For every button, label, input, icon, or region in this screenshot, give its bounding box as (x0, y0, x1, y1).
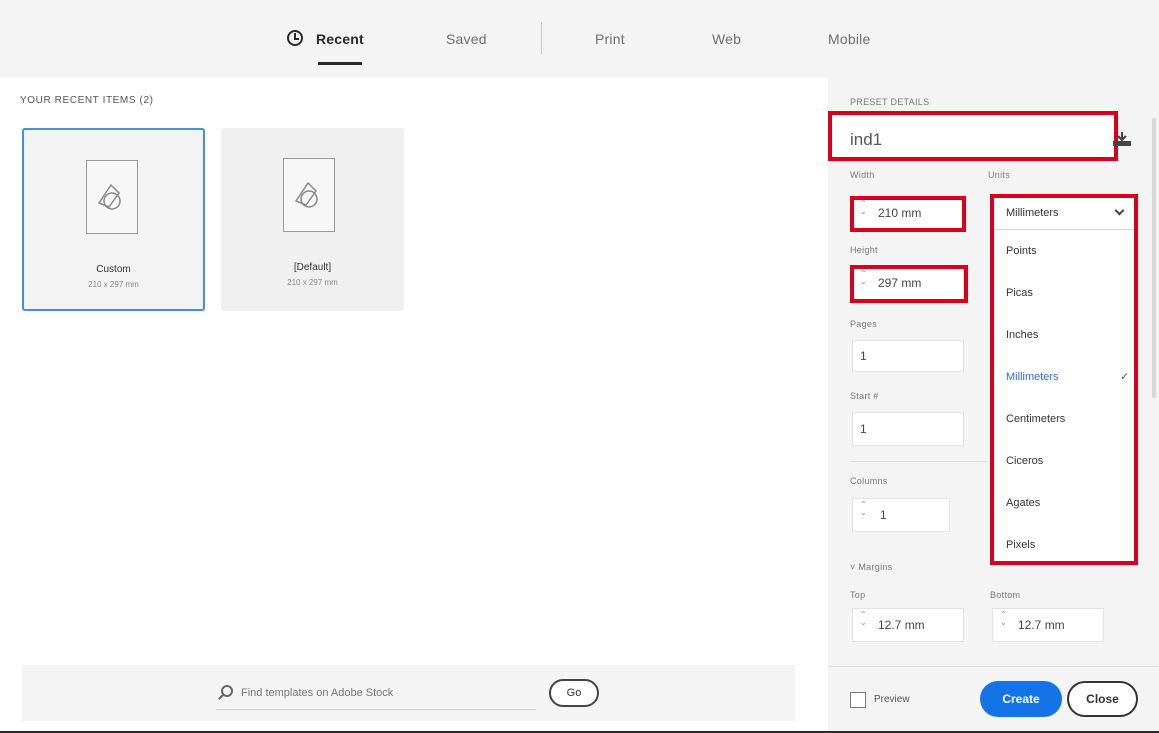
margin-top-value: 12.7 mm (878, 618, 925, 632)
units-selected-value: Millimeters (1006, 207, 1059, 219)
panel-scrollbar[interactable] (1152, 118, 1156, 398)
start-number-value: 1 (860, 422, 867, 436)
highlight-box (850, 265, 968, 303)
margin-bottom-value: 12.7 mm (1018, 618, 1065, 632)
start-number-field[interactable] (852, 412, 964, 446)
units-option-pixels[interactable]: Pixels (1006, 539, 1035, 551)
margins-label: Margins (858, 562, 893, 572)
units-option-centimeters[interactable]: Centimeters (1006, 413, 1065, 425)
close-button[interactable]: Close (1067, 681, 1138, 717)
columns-value: 1 (880, 508, 887, 522)
columns-stepper-icon[interactable]: ⌃ ⌄ (860, 501, 868, 517)
active-tab-indicator (318, 62, 362, 65)
tab-web[interactable]: Web (712, 31, 741, 47)
units-option-picas[interactable]: Picas (1006, 287, 1033, 299)
margins-toggle[interactable]: ˅ Margins (850, 562, 892, 572)
margin-bottom-stepper-icon[interactable]: ⌃ ⌄ (1000, 611, 1008, 627)
units-label: Units (988, 170, 1011, 180)
margin-top-stepper-icon[interactable]: ⌃ ⌄ (860, 611, 868, 627)
stock-search-bar: Go (22, 665, 795, 721)
margin-bottom-label: Bottom (990, 590, 1021, 600)
recent-item-card[interactable]: Custom 210 x 297 mm (22, 128, 205, 311)
tab-print[interactable]: Print (595, 31, 625, 47)
columns-label: Columns (850, 476, 888, 486)
document-preset-icon (86, 160, 138, 234)
footer-divider (828, 666, 1159, 667)
start-number-label: Start # (850, 391, 879, 401)
highlight-box (850, 196, 966, 232)
section-divider (850, 461, 988, 462)
height-label: Height (850, 245, 878, 255)
card-size: 210 x 297 mm (287, 278, 338, 287)
tab-recent[interactable]: Recent (316, 31, 364, 47)
card-name: [Default] (293, 262, 332, 273)
pages-label: Pages (850, 319, 878, 329)
pages-field[interactable] (852, 340, 964, 372)
units-option-points[interactable]: Points (1006, 245, 1037, 257)
tab-divider (541, 22, 542, 54)
clock-icon (287, 30, 303, 46)
tab-mobile[interactable]: Mobile (828, 31, 870, 47)
document-preset-icon (283, 158, 335, 232)
go-button[interactable]: Go (549, 679, 599, 707)
preview-label: Preview (874, 694, 910, 705)
preset-details-panel: PRESET DETAILS ind1 Width Units ⌃ ⌄ 210 m… (828, 78, 1159, 733)
card-name: Custom (96, 264, 131, 275)
units-dropdown[interactable]: Millimeters Points Picas Inches Millimet… (990, 194, 1138, 565)
save-preset-icon[interactable] (1112, 131, 1132, 147)
units-select[interactable]: Millimeters (994, 198, 1134, 230)
checkmark-icon: ✓ (1120, 371, 1130, 383)
recent-items-area: YOUR RECENT ITEMS (2) Custom 210 x 297 m… (0, 78, 828, 733)
margin-top-label: Top (850, 590, 866, 600)
chevron-down-icon (1114, 205, 1125, 216)
width-label: Width (850, 170, 875, 180)
preset-details-heading: PRESET DETAILS (850, 97, 930, 107)
recent-item-card[interactable]: [Default] 210 x 297 mm (221, 128, 404, 311)
card-size: 210 x 297 mm (88, 280, 139, 289)
preset-name-value: ind1 (850, 130, 883, 149)
search-underline (216, 709, 536, 710)
units-option-agates[interactable]: Agates (1006, 497, 1040, 509)
stock-search-input[interactable] (241, 684, 541, 702)
search-icon (221, 685, 233, 697)
recent-items-heading: YOUR RECENT ITEMS (2) (20, 95, 154, 106)
create-button[interactable]: Create (980, 681, 1062, 717)
pages-value: 1 (860, 349, 867, 363)
units-option-ciceros[interactable]: Ciceros (1006, 455, 1043, 467)
units-option-inches[interactable]: Inches (1006, 329, 1038, 341)
preview-checkbox[interactable] (850, 692, 866, 708)
tab-saved[interactable]: Saved (446, 31, 487, 47)
units-option-millimeters[interactable]: Millimeters (1006, 371, 1059, 383)
top-tab-bar: Recent Saved Print Web Mobile (0, 0, 1159, 78)
